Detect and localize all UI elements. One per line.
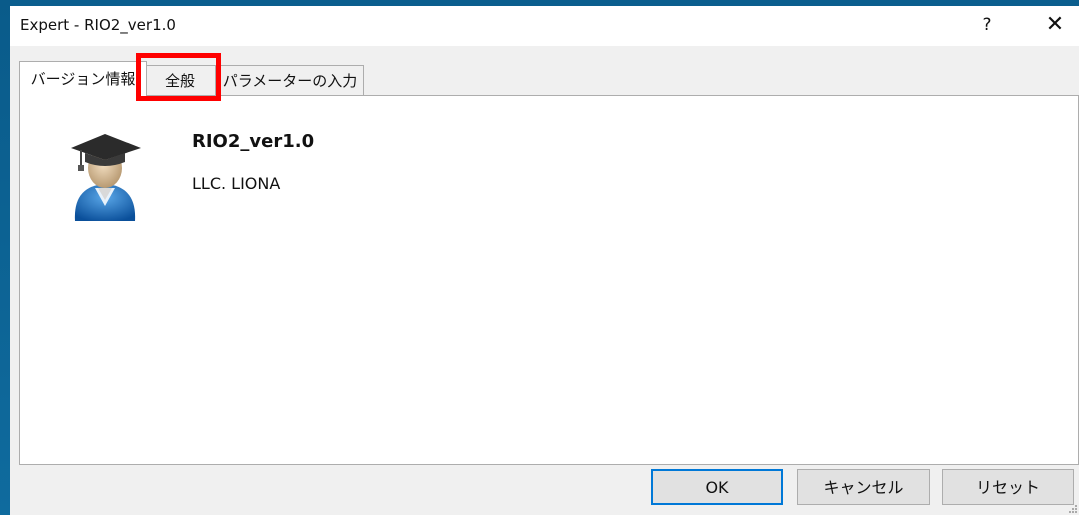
resize-grip-icon[interactable]: [1069, 505, 1077, 513]
tab-version-info[interactable]: バージョン情報: [19, 61, 147, 96]
close-button[interactable]: ✕: [1040, 12, 1070, 38]
highlight-box: [136, 53, 221, 101]
tab-input-parameters[interactable]: パラメーターの入力: [216, 65, 364, 95]
help-button[interactable]: ?: [973, 12, 1001, 38]
window-title: Expert - RIO2_ver1.0: [20, 16, 176, 34]
version-info-panel: RIO2_ver1.0 LLC. LIONA: [19, 95, 1079, 465]
desktop-background-left: [0, 0, 10, 515]
expert-properties-dialog: Expert - RIO2_ver1.0 ? ✕ バージョン情報 全般 パラメー…: [10, 6, 1079, 515]
cancel-button[interactable]: キャンセル: [797, 469, 930, 505]
graduate-avatar-icon: [71, 134, 141, 221]
reset-button[interactable]: リセット: [942, 469, 1074, 505]
title-bar[interactable]: Expert - RIO2_ver1.0 ? ✕: [10, 6, 1079, 46]
company-name: LLC. LIONA: [192, 174, 281, 193]
expert-name: RIO2_ver1.0: [192, 131, 315, 152]
ok-button[interactable]: OK: [651, 469, 783, 505]
